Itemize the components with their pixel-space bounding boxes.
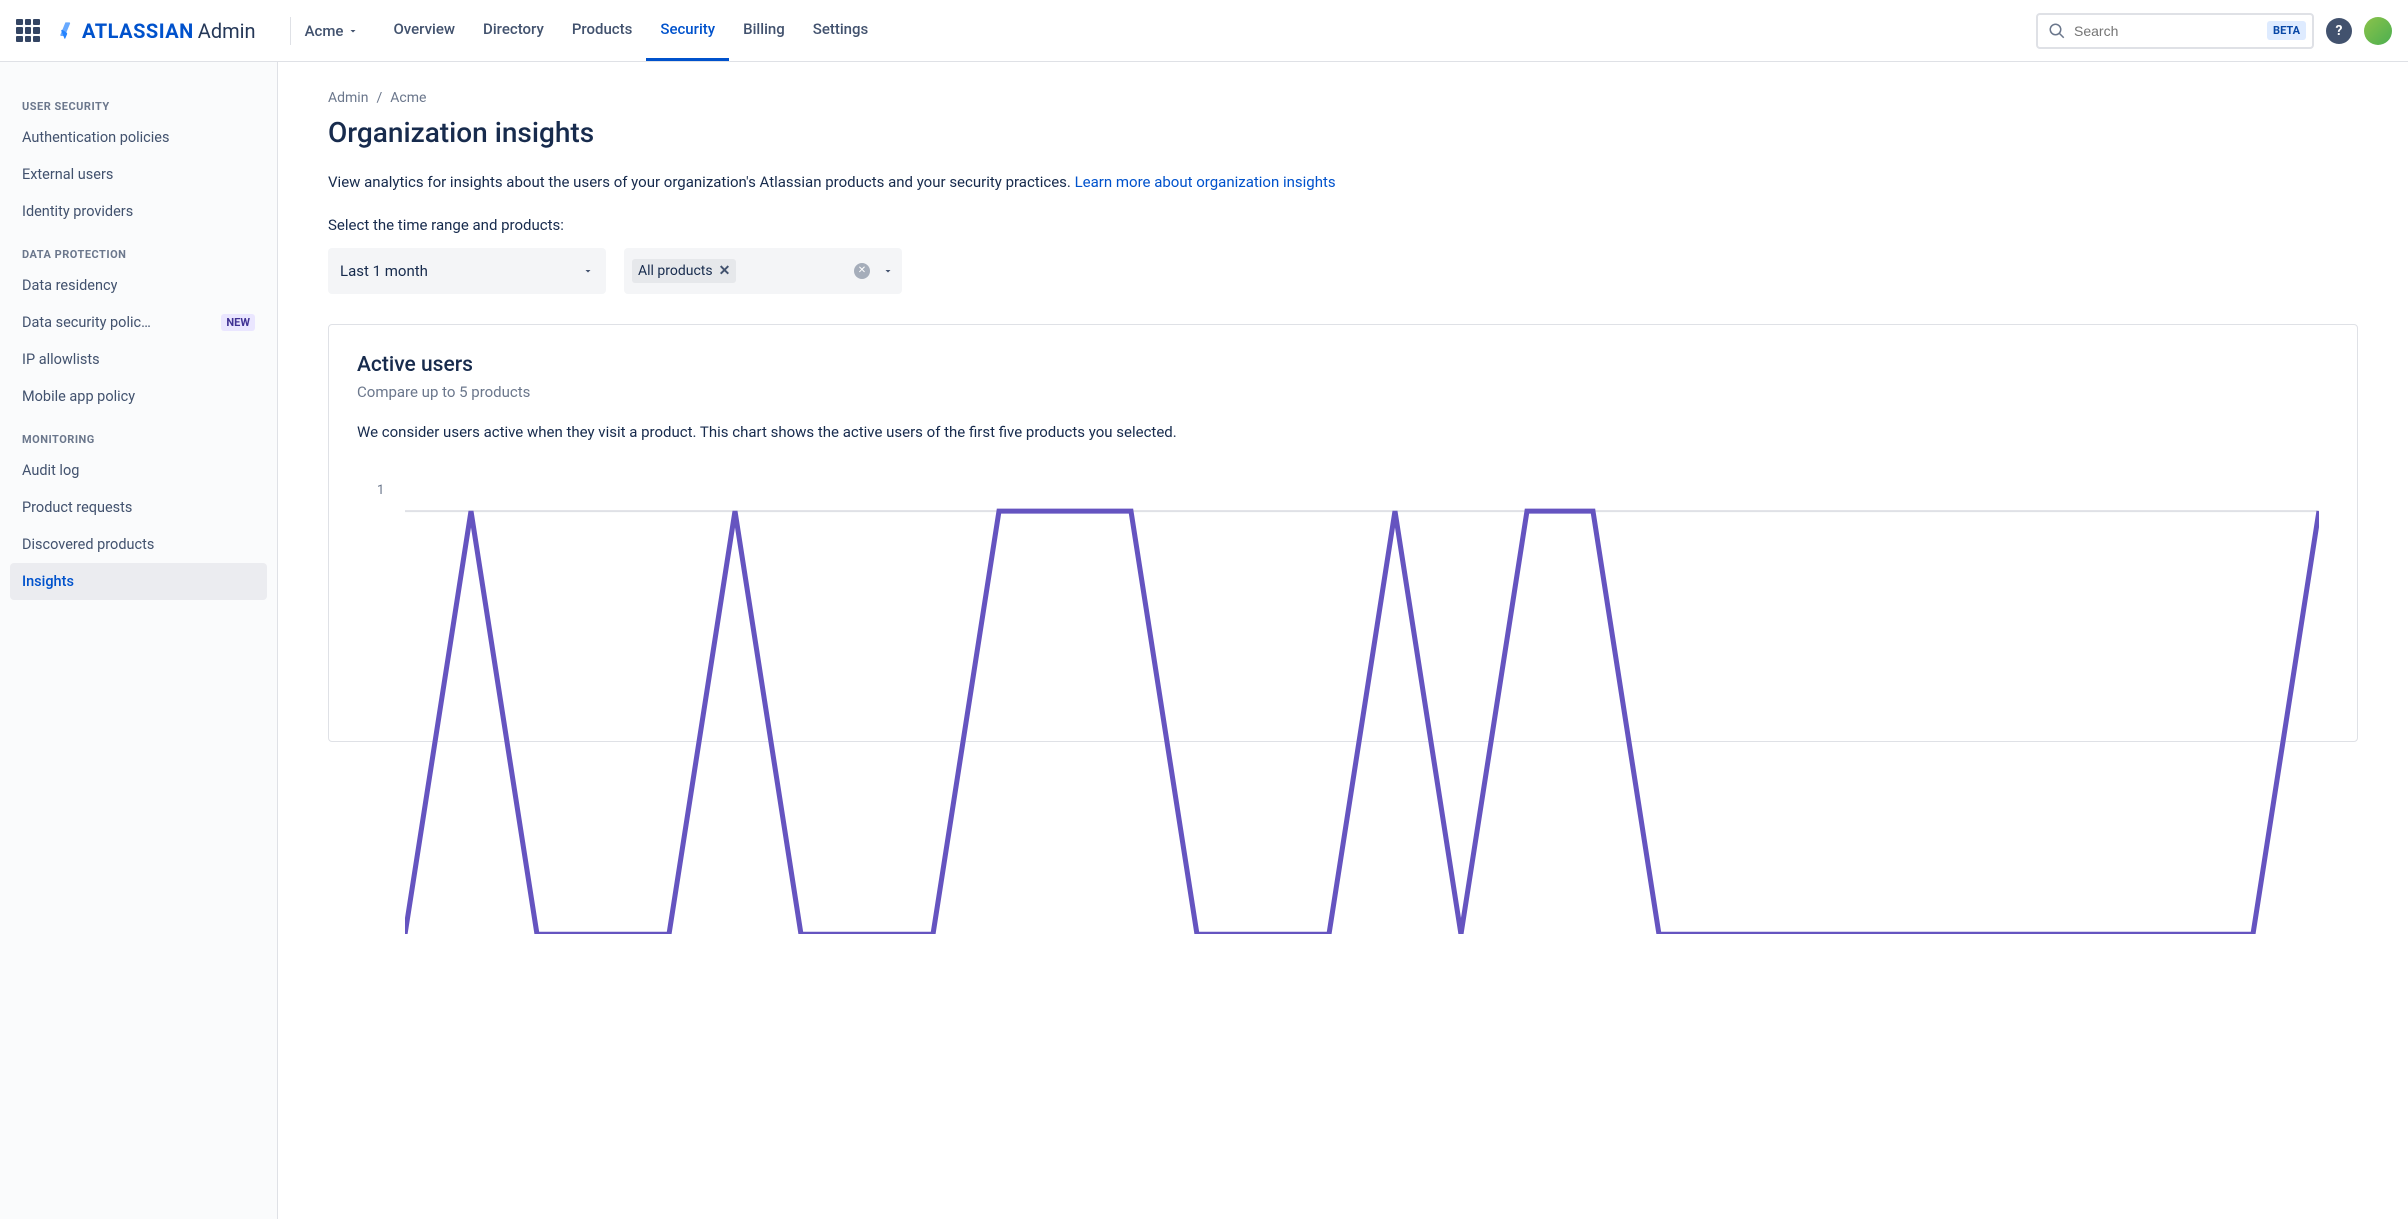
nav-billing[interactable]: Billing (729, 0, 799, 61)
sidebar-item-audit-log[interactable]: Audit log (10, 452, 267, 489)
sidebar-item-label: Identity providers (22, 203, 133, 220)
active-users-card: Active users Compare up to 5 products We… (328, 324, 2358, 743)
sidebar-item-product-requests[interactable]: Product requests (10, 489, 267, 526)
intro-body: View analytics for insights about the us… (328, 173, 1075, 191)
sidebar-item-discovered-products[interactable]: Discovered products (10, 526, 267, 563)
sidebar-item-data-residency[interactable]: Data residency (10, 267, 267, 304)
search-input[interactable] (2074, 23, 2267, 39)
intro-text: View analytics for insights about the us… (328, 171, 1348, 194)
logo[interactable]: ATLASSIAN Admin (56, 19, 256, 43)
help-icon[interactable]: ? (2326, 18, 2352, 44)
nav-security[interactable]: Security (646, 0, 729, 61)
sidebar-item-label: IP allowlists (22, 351, 100, 368)
beta-badge: BETA (2267, 21, 2306, 40)
nav-products[interactable]: Products (558, 0, 647, 61)
nav-settings[interactable]: Settings (799, 0, 883, 61)
sidebar-group-title: USER SECURITY (10, 82, 267, 119)
product-tag-label: All products (638, 263, 713, 279)
sidebar-item-label: Data security polic… (22, 314, 151, 331)
card-subtitle: Compare up to 5 products (357, 383, 2329, 401)
chevron-down-icon (582, 265, 594, 277)
sidebar-item-label: Audit log (22, 462, 79, 479)
chart-svg (405, 491, 2319, 934)
sidebar-item-label: Insights (22, 573, 74, 590)
sidebar-item-label: External users (22, 166, 113, 183)
sidebar-item-identity-providers[interactable]: Identity providers (10, 193, 267, 230)
atlassian-icon (56, 21, 76, 41)
sidebar-item-label: Mobile app policy (22, 388, 135, 405)
card-description: We consider users active when they visit… (357, 421, 2329, 444)
chevron-down-icon (882, 265, 894, 277)
sidebar-item-mobile-app-policy[interactable]: Mobile app policy (10, 378, 267, 415)
sidebar-item-authentication-policies[interactable]: Authentication policies (10, 119, 267, 156)
org-selector[interactable]: Acme (305, 22, 360, 40)
new-badge: NEW (221, 314, 255, 331)
sidebar-item-external-users[interactable]: External users (10, 156, 267, 193)
search-icon (2048, 22, 2066, 40)
y-tick-label: 1 (377, 483, 384, 498)
time-range-dropdown[interactable]: Last 1 month (328, 248, 606, 294)
sidebar-item-label: Authentication policies (22, 129, 169, 146)
product-tag: All products ✕ (632, 259, 736, 283)
logo-brand-text: ATLASSIAN (82, 19, 194, 43)
app-switcher-icon[interactable] (16, 19, 40, 43)
nav-directory[interactable]: Directory (469, 0, 558, 61)
learn-more-link[interactable]: Learn more about organization insights (1075, 173, 1336, 191)
sidebar-item-label: Discovered products (22, 536, 154, 553)
sidebar-item-data-security-polic-[interactable]: Data security polic… NEW (10, 304, 267, 341)
card-title: Active users (357, 353, 2329, 377)
breadcrumb-root[interactable]: Admin (328, 90, 368, 106)
sidebar-item-insights[interactable]: Insights (10, 563, 267, 600)
logo-suffix-text: Admin (198, 19, 256, 43)
chart-series (405, 511, 2319, 934)
org-name: Acme (305, 22, 344, 40)
page-title: Organization insights (328, 116, 2358, 149)
sidebar: USER SECURITY Authentication policies Exte… (0, 62, 278, 1219)
breadcrumb-separator: / (376, 90, 382, 106)
remove-tag-icon[interactable]: ✕ (719, 263, 731, 279)
chart: 1 (357, 483, 2329, 713)
time-range-value: Last 1 month (340, 262, 428, 280)
select-label: Select the time range and products: (328, 216, 2358, 234)
sidebar-item-ip-allowlists[interactable]: IP allowlists (10, 341, 267, 378)
sidebar-item-label: Data residency (22, 277, 117, 294)
header: ATLASSIAN Admin Acme OverviewDirectoryPr… (0, 0, 2408, 62)
sidebar-item-label: Product requests (22, 499, 132, 516)
chevron-down-icon (347, 25, 359, 37)
divider (290, 17, 291, 45)
sidebar-group-title: DATA PROTECTION (10, 230, 267, 267)
avatar[interactable] (2364, 17, 2392, 45)
search-box[interactable]: BETA (2036, 13, 2314, 49)
nav-overview[interactable]: Overview (379, 0, 469, 61)
clear-all-icon[interactable]: ✕ (854, 263, 870, 279)
top-nav: OverviewDirectoryProductsSecurityBilling… (379, 0, 882, 61)
sidebar-group-title: MONITORING (10, 415, 267, 452)
main-content: Admin / Acme Organization insights View … (278, 62, 2408, 1219)
product-multiselect[interactable]: All products ✕ ✕ (624, 248, 902, 294)
breadcrumb: Admin / Acme (328, 90, 2358, 106)
breadcrumb-current[interactable]: Acme (390, 90, 426, 106)
